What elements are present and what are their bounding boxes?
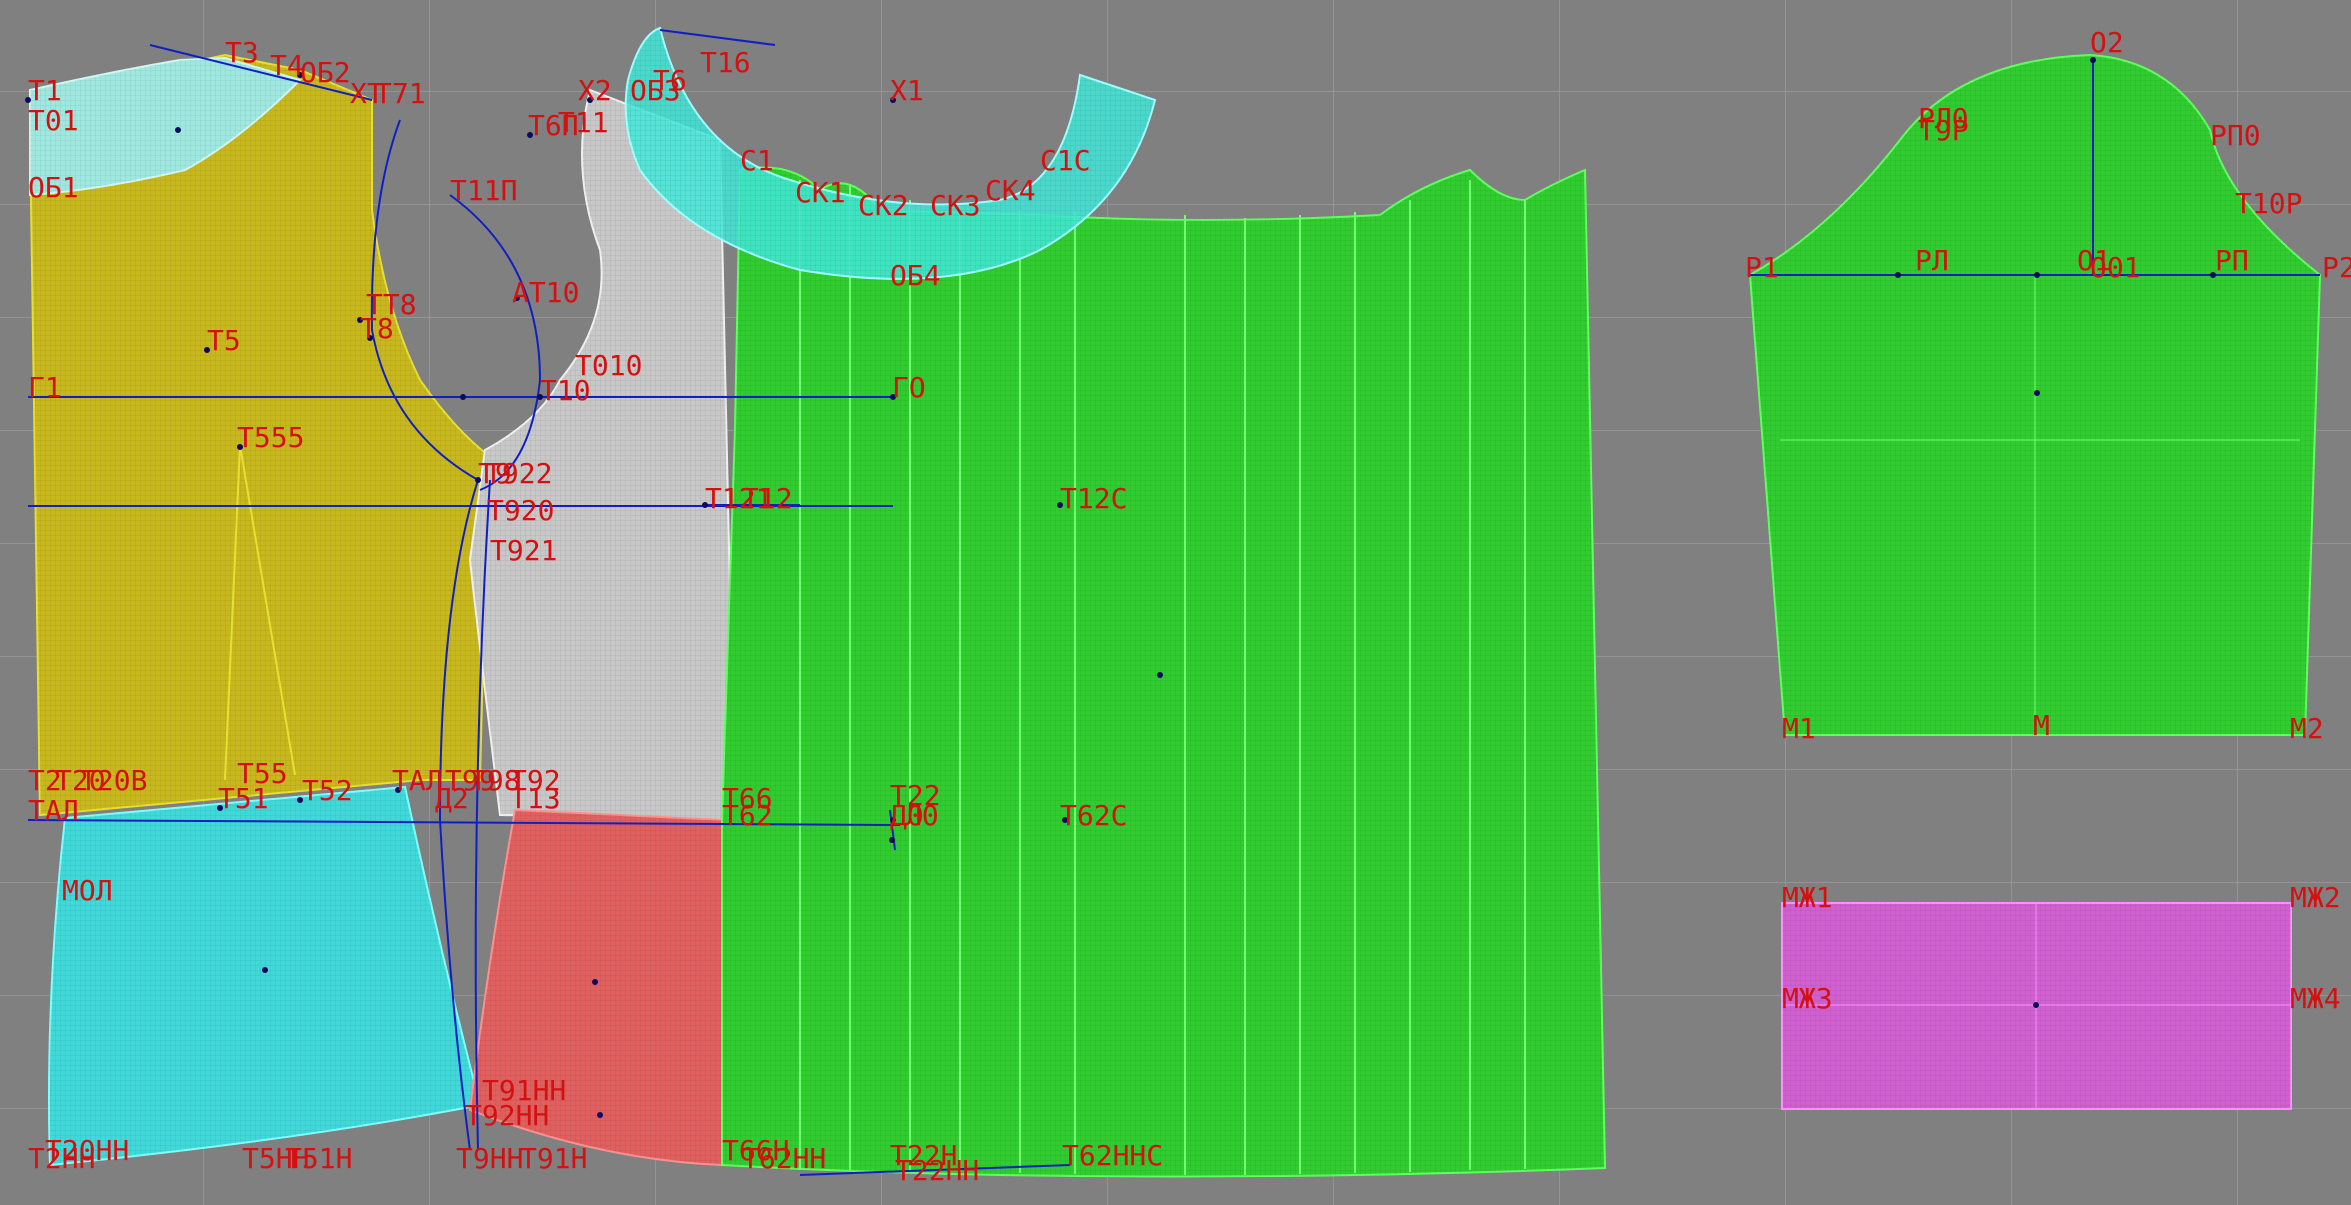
- label-t1: T1: [28, 74, 62, 107]
- label-g1: Г1: [28, 371, 62, 404]
- label-m1: M1: [1782, 712, 1816, 745]
- label-t52: T52: [302, 774, 353, 807]
- label-t62c: T62C: [1060, 799, 1127, 832]
- label-t22hh: T22HH: [895, 1154, 979, 1187]
- label-t11p: T11П: [450, 174, 517, 207]
- label-t62hh: T62HH: [742, 1142, 826, 1175]
- label-m2: M2: [2290, 712, 2324, 745]
- label-t92hh: T92HH: [465, 1099, 549, 1132]
- label-ck1: CK1: [795, 176, 846, 209]
- label-c1c: C1C: [1040, 144, 1091, 177]
- label-t921: T921: [490, 534, 557, 567]
- label-t51h: T51H: [285, 1142, 352, 1175]
- label-t920: T920: [487, 494, 554, 527]
- label-t62hhc: T62HHC: [1062, 1139, 1163, 1172]
- label-t91h: T91H: [520, 1142, 587, 1175]
- pattern-canvas[interactable]: T1 T01 OБ1 T3 T4 OБ2 XT T71 X2 OБ3 T6 T1…: [0, 0, 2351, 1205]
- back-panel-piece[interactable]: [721, 166, 1607, 1178]
- label-go: ГO: [892, 371, 926, 404]
- label-m: M: [2033, 709, 2050, 742]
- label-t12c: T12C: [1060, 482, 1127, 515]
- label-c1: C1: [740, 144, 774, 177]
- label-t10: T10: [540, 374, 591, 407]
- label-rl: PЛ: [1915, 244, 1949, 277]
- label-l0: Л0: [905, 799, 939, 832]
- label-rp0: PП0: [2210, 119, 2261, 152]
- label-mzh1: MЖ1: [1782, 881, 1833, 914]
- label-tal2: TAЛ: [28, 794, 79, 827]
- label-rp: PП: [2215, 244, 2249, 277]
- label-t51: T51: [218, 782, 269, 815]
- label-o2: O2: [2090, 26, 2124, 59]
- label-mzh4: MЖ4: [2290, 982, 2341, 1015]
- label-t16: T16: [700, 46, 751, 79]
- label-ob2: OБ2: [300, 56, 351, 89]
- label-mol: MOЛ: [62, 874, 113, 907]
- label-t8: T8: [360, 312, 394, 345]
- label-ck2: CK2: [858, 189, 909, 222]
- label-t10r: T10P: [2235, 187, 2302, 220]
- label-o01: O01: [2090, 251, 2141, 284]
- label-x2: X2: [578, 74, 612, 107]
- label-t62: T62: [722, 799, 773, 832]
- label-t11: T11: [558, 106, 609, 139]
- label-t4: T4: [270, 49, 304, 82]
- label-t71: T71: [375, 77, 426, 110]
- label-r1: P1: [1745, 251, 1779, 284]
- lower-front-piece[interactable]: [48, 785, 482, 1167]
- label-t3: T3: [225, 36, 259, 69]
- label-at10: AT10: [512, 276, 579, 309]
- label-t555: T555: [237, 421, 304, 454]
- label-r2: P2: [2322, 251, 2351, 284]
- label-t01: T01: [28, 104, 79, 137]
- label-t20b: T20B: [80, 764, 147, 797]
- label-x1: X1: [890, 74, 924, 107]
- label-t92: T92: [510, 764, 561, 797]
- label-t9r: T9P: [1918, 114, 1969, 147]
- label-ob4: OБ4: [890, 259, 941, 292]
- label-t6: T6: [653, 64, 687, 97]
- label-ck4: CK4: [985, 174, 1036, 207]
- label-ck3: CK3: [930, 189, 981, 222]
- label-t2hh: T2HH: [28, 1142, 95, 1175]
- label-t5: T5: [207, 324, 241, 357]
- label-t9: T9: [478, 457, 512, 490]
- label-t12: T12: [742, 482, 793, 515]
- label-t9hh: T9HH: [456, 1142, 523, 1175]
- label-mzh2: MЖ2: [2290, 881, 2341, 914]
- label-ob1: OБ1: [28, 171, 79, 204]
- label-mzh3: MЖ3: [1782, 982, 1833, 1015]
